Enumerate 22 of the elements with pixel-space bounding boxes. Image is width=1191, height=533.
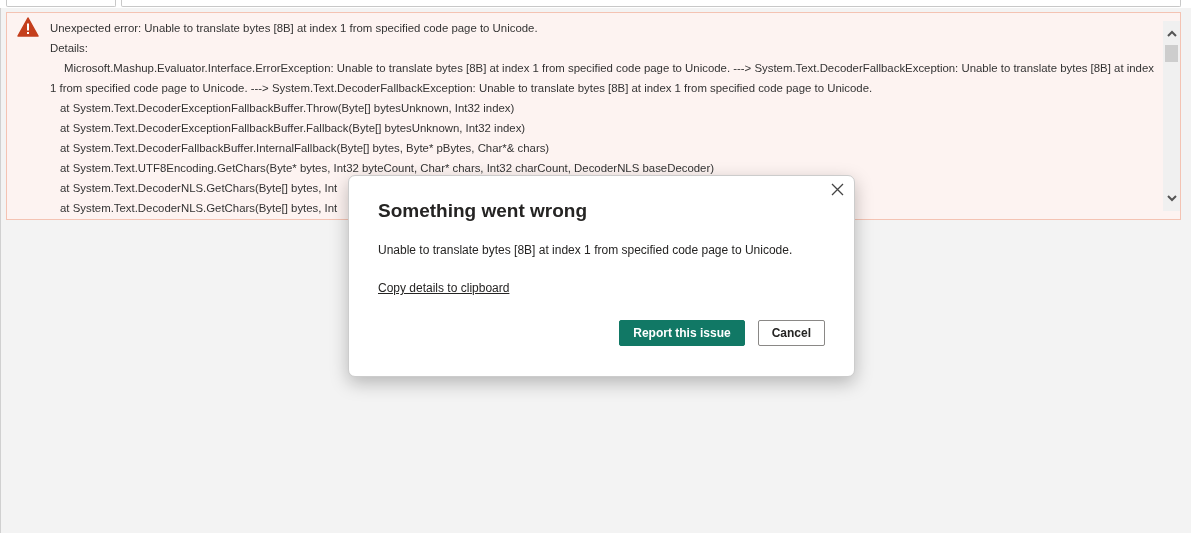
scroll-up-icon[interactable] xyxy=(1165,29,1178,39)
details-label: Details: xyxy=(50,41,88,56)
stack-trace-line: at System.Text.UTF8Encoding.GetChars(Byte* bytes, Int32 byteCount, Char* chars, Int32 charCount, DecoderNLS baseDecoder) xyxy=(60,161,714,176)
stack-trace-line: at System.Text.DecoderNLS.GetChars(Byte[] bytes, Int xyxy=(60,201,338,216)
input-field[interactable] xyxy=(121,0,1181,7)
scrollbar[interactable] xyxy=(1163,21,1180,211)
stack-trace-line: at System.Text.DecoderExceptionFallbackBuffer.Fallback(Byte[] bytesUnknown, Int32 index) xyxy=(60,121,526,136)
error-title: Unexpected error: Unable to translate bytes [8B] at index 1 from specified code page to Unicode. xyxy=(50,21,538,36)
dialog-message: Unable to translate bytes [8B] at index 1 from specified code page to Unicode. xyxy=(378,243,794,257)
report-issue-button[interactable]: Report this issue xyxy=(619,320,745,346)
warning-icon xyxy=(17,17,39,37)
cancel-button[interactable]: Cancel xyxy=(757,320,825,346)
stack-trace-line: at System.Text.DecoderFallbackBuffer.InternalFallback(Byte[] bytes, Byte* pBytes, Char*& chars) xyxy=(60,141,550,156)
stack-trace-line: at System.Text.DecoderExceptionFallbackBuffer.Throw(Byte[] bytesUnknown, Int32 index) xyxy=(60,101,515,116)
error-message: Microsoft.Mashup.Evaluator.Interface.ErrorException: Unable to translate bytes [8B] at index 1 from specified code page to Unicode. ---> System.Text.DecoderFallbackException: Unable to translate bytes [8B] at index 1 from specified code page to Unicode. ---> System.Text.DecoderFallbackException: Unable to translate bytes [8B] at index 1 from specified code page to Unicode. xyxy=(50,61,1155,96)
stack-trace-line: at System.Text.DecoderNLS.GetChars(Byte[] bytes, Int xyxy=(60,181,338,196)
dialog-title: Something went wrong xyxy=(378,199,588,223)
input-field[interactable] xyxy=(6,0,116,7)
copy-details-link[interactable]: Copy details to clipboard xyxy=(378,281,510,295)
scroll-down-icon[interactable] xyxy=(1165,193,1178,203)
scrollbar-thumb[interactable] xyxy=(1165,45,1178,62)
close-icon[interactable] xyxy=(831,183,844,196)
